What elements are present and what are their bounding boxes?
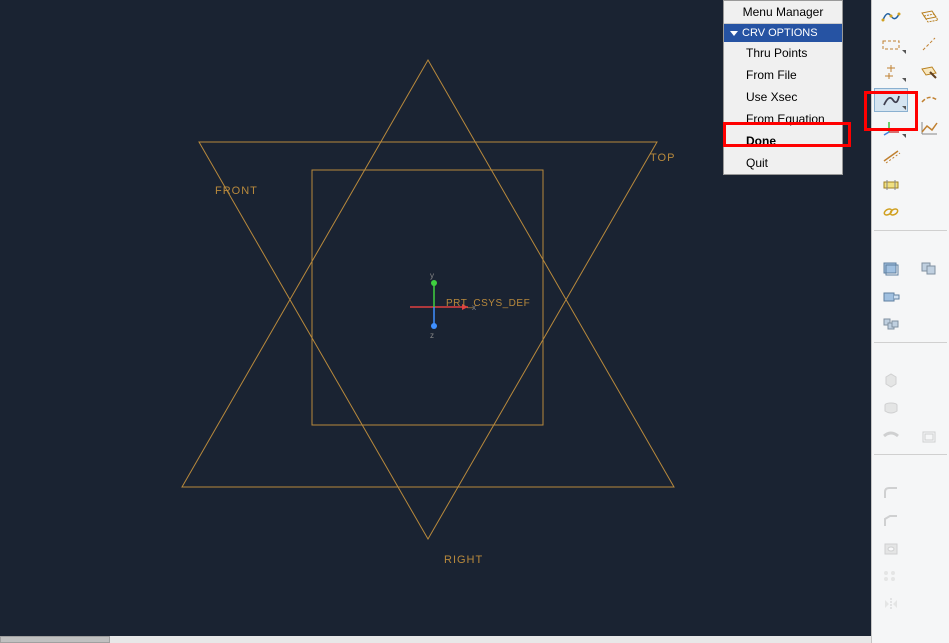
mirror-icon (874, 592, 908, 616)
scrollbar-thumb[interactable] (0, 636, 110, 643)
datum-curve-spline-icon[interactable] (874, 4, 908, 28)
csys-icon[interactable] (874, 116, 908, 140)
face-icon[interactable] (874, 256, 908, 280)
horizontal-scrollbar[interactable] (0, 636, 871, 643)
datum-axis-through-icon[interactable] (912, 32, 946, 56)
menu-section-header[interactable]: CRV OPTIONS (724, 24, 842, 42)
pattern-icon (874, 564, 908, 588)
menu-item-done[interactable]: Done (724, 130, 842, 152)
datum-plane-offset-icon[interactable] (912, 4, 946, 28)
sweep-icon (874, 424, 908, 448)
curve-icon[interactable] (874, 88, 908, 112)
offset-curve-icon[interactable] (874, 144, 908, 168)
menu-item-from-file[interactable]: From File (724, 64, 842, 86)
menu-item-from-equation[interactable]: From Equation (724, 108, 842, 130)
datum-points-icon[interactable] (874, 60, 908, 84)
datum-plane-line-icon[interactable] (874, 32, 908, 56)
menu-section-label: CRV OPTIONS (742, 27, 818, 39)
shrinkwrap-icon[interactable] (874, 312, 908, 336)
plane-label-top: TOP (650, 152, 675, 164)
menu-item-use-xsec[interactable]: Use Xsec (724, 86, 842, 108)
menu-item-thru-points[interactable]: Thru Points (724, 42, 842, 64)
graph-icon[interactable] (912, 116, 946, 140)
svg-text:z: z (430, 331, 434, 340)
chamfer-icon (874, 508, 908, 532)
plane-label-right: RIGHT (444, 554, 483, 566)
shell-icon (912, 424, 946, 448)
trimmed-curve-icon[interactable] (912, 88, 946, 112)
menu-title: Menu Manager (724, 1, 842, 24)
right-toolbar (871, 0, 949, 643)
csys-label: PRT_CSYS_DEF (446, 298, 530, 309)
collapse-arrow-icon (730, 31, 738, 36)
svg-text:y: y (430, 271, 434, 280)
revolve-icon (874, 396, 908, 420)
sketch-icon[interactable] (912, 60, 946, 84)
publish-geom-icon[interactable] (874, 284, 908, 308)
dimension-icon[interactable] (874, 172, 908, 196)
plane-label-front: FRONT (215, 185, 258, 197)
chain-icon[interactable] (874, 200, 908, 224)
round-icon (874, 480, 908, 504)
menu-manager-panel: Menu Manager CRV OPTIONS Thru Points Fro… (723, 0, 843, 175)
hole-icon (874, 536, 908, 560)
menu-item-quit[interactable]: Quit (724, 152, 842, 174)
copy-geom-icon[interactable] (912, 256, 946, 280)
extrude-icon (874, 368, 908, 392)
